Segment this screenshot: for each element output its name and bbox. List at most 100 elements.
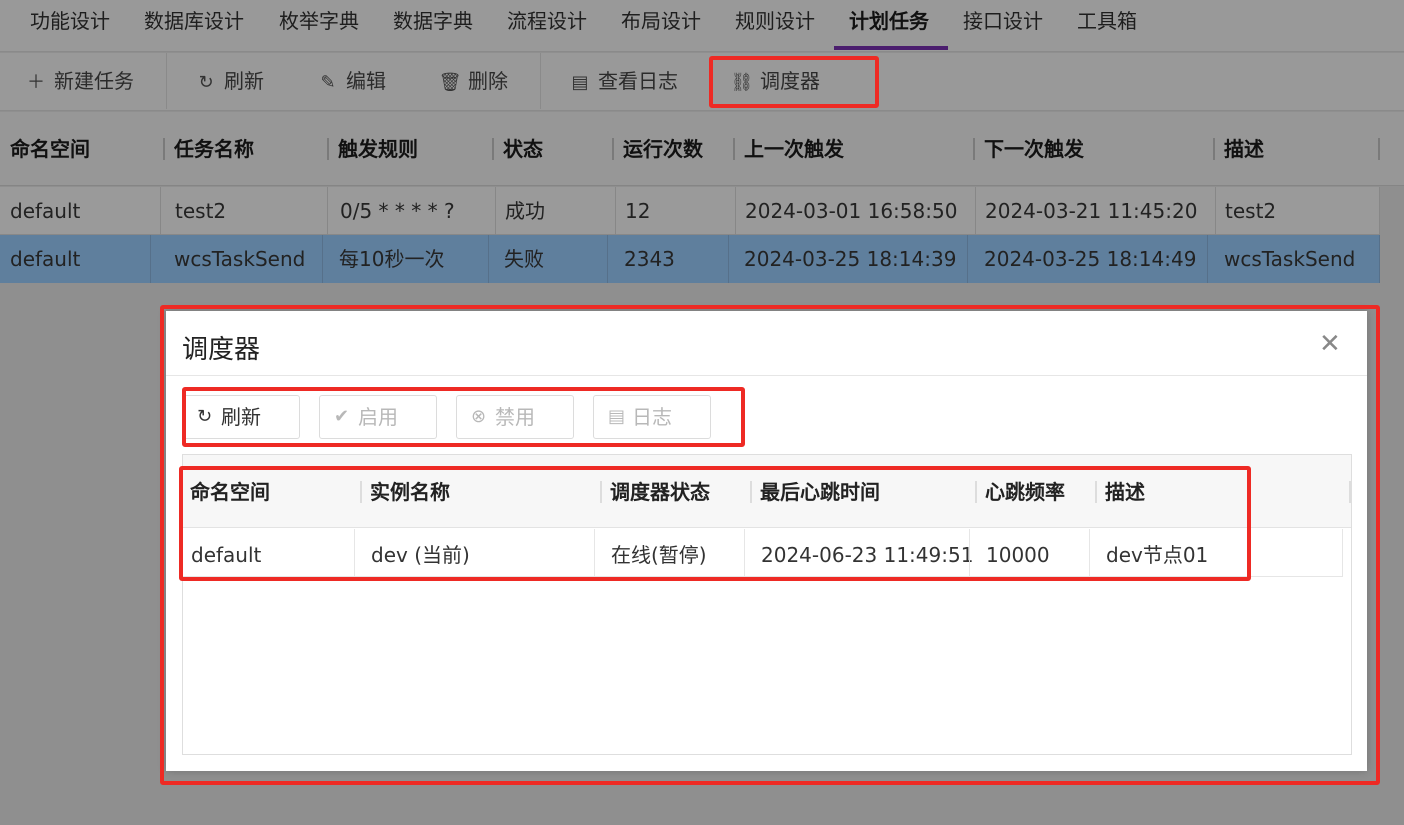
table-cell: wcsTaskSend <box>174 247 306 271</box>
active-tab-indicator <box>834 46 948 50</box>
tab-api-design[interactable]: 接口设计 <box>963 0 1043 52</box>
cell-divider <box>1379 187 1380 235</box>
table-row-selected[interactable]: default wcsTaskSend 每10秒一次 失败 2343 2024-… <box>0 235 1380 283</box>
refresh-label: 刷新 <box>224 69 264 93</box>
top-nav: 功能设计 数据库设计 枚举字典 数据字典 流程设计 布局设计 规则设计 计划任务… <box>0 0 1404 52</box>
tab-data-dictionary[interactable]: 数据字典 <box>393 0 473 52</box>
column-resizer[interactable] <box>612 138 614 160</box>
column-resizer[interactable] <box>600 481 602 503</box>
column-resizer[interactable] <box>975 481 977 503</box>
cell-divider <box>160 187 161 235</box>
column-resizer[interactable] <box>733 138 735 160</box>
cell-divider <box>969 529 970 577</box>
plus-icon: ＋ <box>27 72 45 93</box>
table-cell: test2 <box>1225 199 1277 223</box>
tab-scheduled-tasks[interactable]: 计划任务 <box>849 0 929 52</box>
table-cell: 成功 <box>505 199 545 223</box>
log-label: 日志 <box>632 405 672 429</box>
table-cell: 2343 <box>624 247 675 271</box>
table-cell: 2024-03-25 18:14:39 <box>744 247 957 271</box>
tab-layout-design[interactable]: 布局设计 <box>621 0 701 52</box>
tab-database-design[interactable]: 数据库设计 <box>144 0 244 52</box>
scheduler-icon: ⛓ <box>730 72 754 93</box>
tab-function-design[interactable]: 功能设计 <box>30 0 110 52</box>
column-resizer[interactable] <box>163 138 165 160</box>
cell-divider <box>735 187 736 235</box>
column-resizer[interactable] <box>327 138 329 160</box>
table-cell: 失败 <box>504 247 544 271</box>
task-grid-header: 命名空间 任务名称 触发规则 状态 运行次数 上一次触发 下一次触发 描述 <box>0 112 1404 186</box>
column-header[interactable]: 运行次数 <box>623 112 703 186</box>
column-header[interactable]: 命名空间 <box>10 112 90 186</box>
tab-flow-design[interactable]: 流程设计 <box>507 0 587 52</box>
new-task-label: 新建任务 <box>54 69 134 93</box>
column-header[interactable]: 触发规则 <box>338 112 418 186</box>
column-resizer[interactable] <box>1213 138 1215 160</box>
enable-button[interactable]: ✔ 启用 <box>319 395 437 439</box>
column-resizer[interactable] <box>492 138 494 160</box>
table-cell: 0/5 * * * * ? <box>340 199 455 223</box>
scheduler-button[interactable]: ⛓ 调度器 <box>730 53 820 109</box>
table-cell: wcsTaskSend <box>1224 247 1356 271</box>
tab-enum-dictionary[interactable]: 枚举字典 <box>279 0 359 52</box>
column-header[interactable]: 心跳频率 <box>985 455 1065 528</box>
column-resizer[interactable] <box>973 138 975 160</box>
scheduler-label: 调度器 <box>760 69 820 93</box>
close-icon[interactable]: ✕ <box>1319 329 1341 359</box>
refresh-icon: ↻ <box>197 406 213 427</box>
cell-divider <box>1215 187 1216 235</box>
enable-label: 启用 <box>358 405 398 429</box>
view-log-button[interactable]: ▤ 查看日志 <box>568 53 678 109</box>
cell-divider <box>975 187 976 235</box>
column-header[interactable]: 描述 <box>1224 112 1264 186</box>
scheduler-table: 命名空间 实例名称 调度器状态 最后心跳时间 心跳频率 描述 default d… <box>182 454 1352 755</box>
column-header[interactable]: 任务名称 <box>174 112 254 186</box>
column-header[interactable]: 调度器状态 <box>610 455 710 528</box>
delete-button[interactable]: 🗑 删除 <box>438 53 508 109</box>
table-cell: test2 <box>175 199 227 223</box>
table-cell: 2024-03-01 16:58:50 <box>745 199 958 223</box>
document-icon: ▤ <box>571 72 589 93</box>
cell-divider <box>150 235 151 283</box>
dialog-refresh-label: 刷新 <box>221 405 261 429</box>
tab-toolbox[interactable]: 工具箱 <box>1077 0 1137 52</box>
column-header[interactable]: 实例名称 <box>370 455 450 528</box>
new-task-button[interactable]: ＋ 新建任务 <box>24 53 134 109</box>
dialog-refresh-button[interactable]: ↻ 刷新 <box>182 395 300 439</box>
column-resizer[interactable] <box>750 481 752 503</box>
edit-button[interactable]: ✎ 编辑 <box>316 53 386 109</box>
cell-divider <box>607 235 608 283</box>
table-row[interactable]: default test2 0/5 * * * * ? 成功 12 2024-0… <box>0 187 1380 235</box>
log-button[interactable]: ▤ 日志 <box>593 395 711 439</box>
cell-divider <box>594 529 595 577</box>
task-grid: 命名空间 任务名称 触发规则 状态 运行次数 上一次触发 下一次触发 描述 de… <box>0 112 1404 283</box>
view-log-label: 查看日志 <box>598 69 678 93</box>
x-circle-icon: ⊗ <box>471 406 487 427</box>
table-cell: 2024-03-25 18:14:49 <box>984 247 1197 271</box>
cell-divider <box>1089 529 1090 577</box>
column-header[interactable]: 状态 <box>503 112 543 186</box>
table-cell: 12 <box>625 199 651 223</box>
disable-button[interactable]: ⊗ 禁用 <box>456 395 574 439</box>
table-cell: 每10秒一次 <box>339 247 445 271</box>
dialog-header-divider <box>166 375 1367 376</box>
column-resizer[interactable] <box>360 481 362 503</box>
column-resizer[interactable] <box>1378 138 1380 160</box>
column-header[interactable]: 命名空间 <box>190 455 270 528</box>
column-header[interactable]: 最后心跳时间 <box>760 455 880 528</box>
column-header[interactable]: 下一次触发 <box>984 112 1084 186</box>
disable-label: 禁用 <box>495 405 535 429</box>
column-header[interactable]: 上一次触发 <box>744 112 844 186</box>
tab-rule-design[interactable]: 规则设计 <box>735 0 815 52</box>
delete-label: 删除 <box>468 69 508 93</box>
table-row[interactable]: default dev (当前) 在线(暂停) 2024-06-23 11:49… <box>183 529 1343 577</box>
cell-divider <box>322 235 323 283</box>
cell-divider <box>728 235 729 283</box>
column-resizer[interactable] <box>1095 481 1097 503</box>
column-resizer[interactable] <box>1349 481 1351 503</box>
table-cell: 2024-03-21 11:45:20 <box>985 199 1198 223</box>
cell-divider <box>354 529 355 577</box>
document-icon: ▤ <box>608 406 626 427</box>
column-header[interactable]: 描述 <box>1105 455 1145 528</box>
refresh-button[interactable]: ↻ 刷新 <box>194 53 264 109</box>
